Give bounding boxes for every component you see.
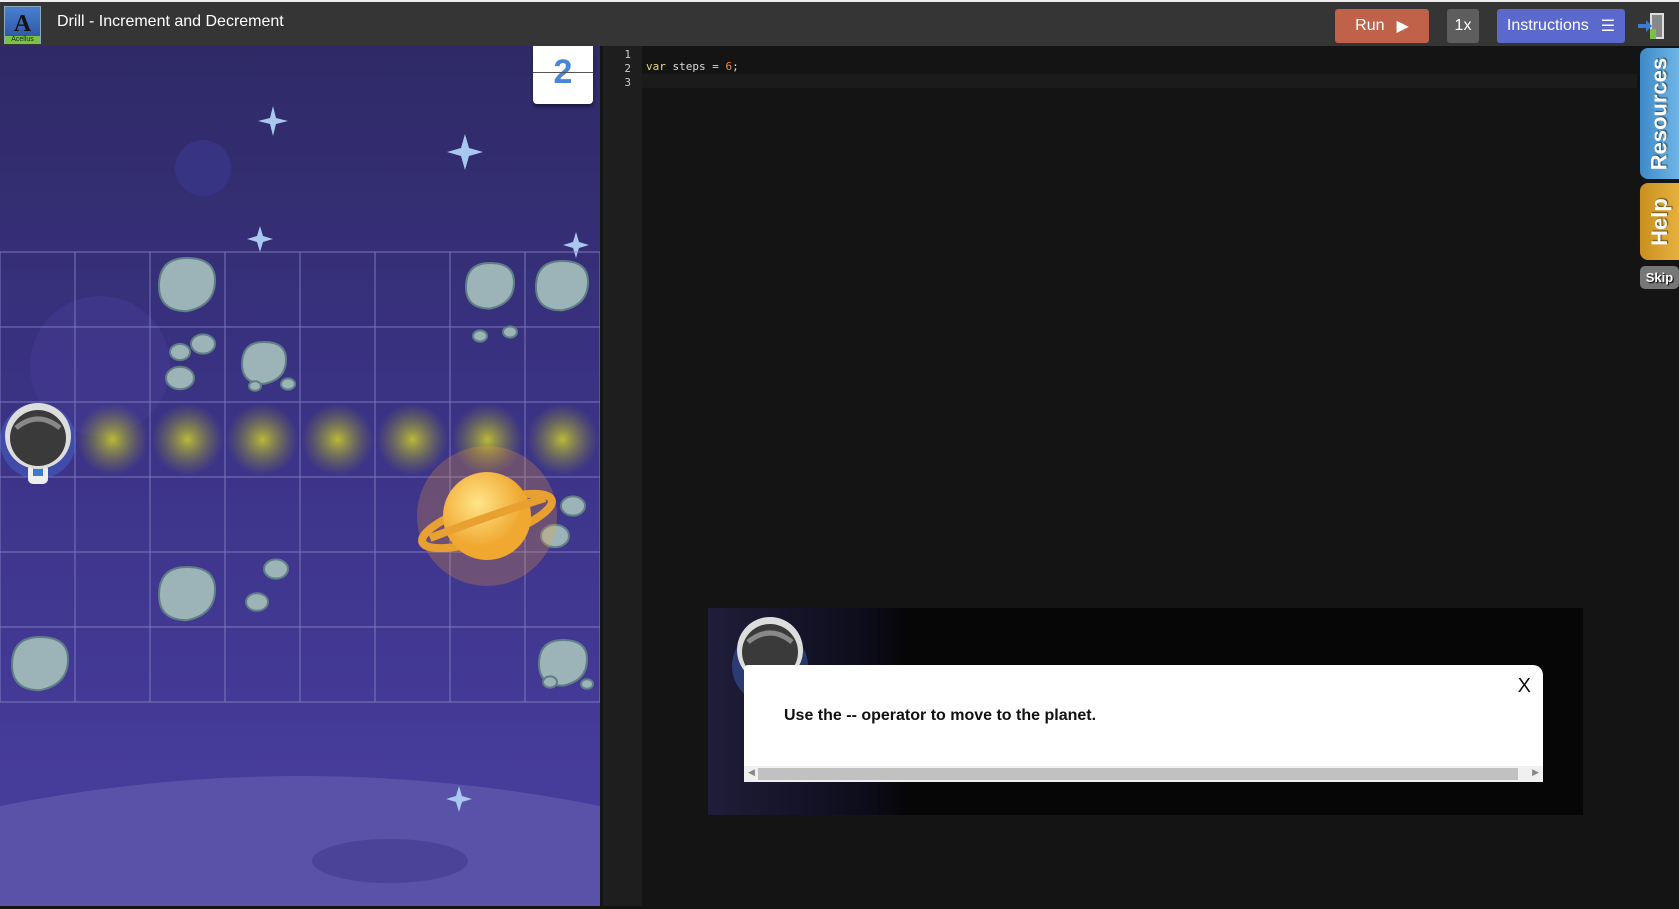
planet-goal bbox=[417, 446, 557, 586]
line-number: 1 bbox=[624, 48, 631, 61]
help-tab[interactable]: Help bbox=[1640, 183, 1679, 260]
asteroid bbox=[10, 635, 70, 692]
code-keyword: var bbox=[646, 60, 666, 73]
asteroid bbox=[248, 380, 262, 392]
skip-button[interactable]: Skip bbox=[1640, 266, 1679, 289]
asteroid bbox=[245, 592, 269, 612]
resources-label: Resources bbox=[1646, 57, 1672, 170]
game-board bbox=[0, 46, 600, 906]
resources-tab[interactable]: Resources bbox=[1640, 48, 1679, 179]
help-label: Help bbox=[1646, 197, 1672, 246]
path-marker bbox=[376, 403, 449, 476]
asteroid bbox=[502, 325, 518, 339]
logo-text: Acellus bbox=[5, 36, 40, 43]
speed-button[interactable]: 1x bbox=[1447, 9, 1479, 43]
asteroid bbox=[560, 495, 586, 517]
asteroid bbox=[157, 256, 217, 313]
code-text: ; bbox=[732, 60, 739, 73]
path-marker bbox=[226, 403, 299, 476]
asteroid bbox=[472, 329, 488, 343]
top-bar: A Acellus Drill - Increment and Decrement… bbox=[0, 0, 1679, 46]
page-title: Drill - Increment and Decrement bbox=[57, 13, 284, 30]
line-number-gutter: 1 2 3 bbox=[603, 46, 642, 906]
code-line-2[interactable]: var steps = 6; bbox=[646, 60, 739, 73]
asteroid bbox=[240, 340, 288, 385]
asteroid bbox=[580, 678, 594, 690]
instructions-label: Instructions bbox=[1506, 17, 1589, 34]
asteroid bbox=[190, 333, 216, 355]
asteroid bbox=[534, 259, 590, 312]
current-line-highlight bbox=[642, 74, 1637, 88]
asteroid bbox=[263, 558, 289, 580]
asteroid bbox=[157, 565, 217, 622]
run-label: Run bbox=[1355, 17, 1385, 34]
scroll-left-icon[interactable]: ◀ bbox=[748, 767, 755, 778]
instruction-message: Use the -- operator to move to the plane… bbox=[784, 707, 1097, 724]
exit-door-icon[interactable] bbox=[1638, 11, 1666, 41]
instructions-button[interactable]: Instructions ☰ bbox=[1497, 9, 1625, 43]
menu-icon: ☰ bbox=[1600, 18, 1616, 35]
close-button[interactable]: X bbox=[1518, 675, 1531, 698]
line-number: 3 bbox=[624, 76, 631, 89]
line-number: 2 bbox=[624, 62, 631, 75]
acellus-logo: A Acellus bbox=[4, 6, 41, 44]
code-text: steps = bbox=[665, 60, 726, 73]
path-marker bbox=[151, 403, 224, 476]
horizontal-scrollbar[interactable]: ◀ ▶ bbox=[744, 766, 1543, 782]
scroll-right-icon[interactable]: ▶ bbox=[1532, 767, 1539, 778]
step-counter: 2 bbox=[533, 46, 593, 104]
message-dialog: X Use the -- operator to move to the pla… bbox=[744, 665, 1543, 782]
path-marker bbox=[76, 403, 149, 476]
play-icon: ▶ bbox=[1396, 18, 1409, 35]
scrollbar-thumb[interactable] bbox=[758, 768, 1518, 780]
asteroid bbox=[169, 343, 191, 361]
path-marker bbox=[526, 403, 599, 476]
asteroid bbox=[542, 675, 558, 689]
path-marker bbox=[301, 403, 374, 476]
asteroid bbox=[464, 261, 516, 310]
run-button[interactable]: Run ▶ bbox=[1335, 9, 1429, 43]
moon-surface bbox=[0, 776, 600, 906]
asteroid bbox=[280, 377, 296, 391]
asteroid bbox=[165, 365, 195, 391]
